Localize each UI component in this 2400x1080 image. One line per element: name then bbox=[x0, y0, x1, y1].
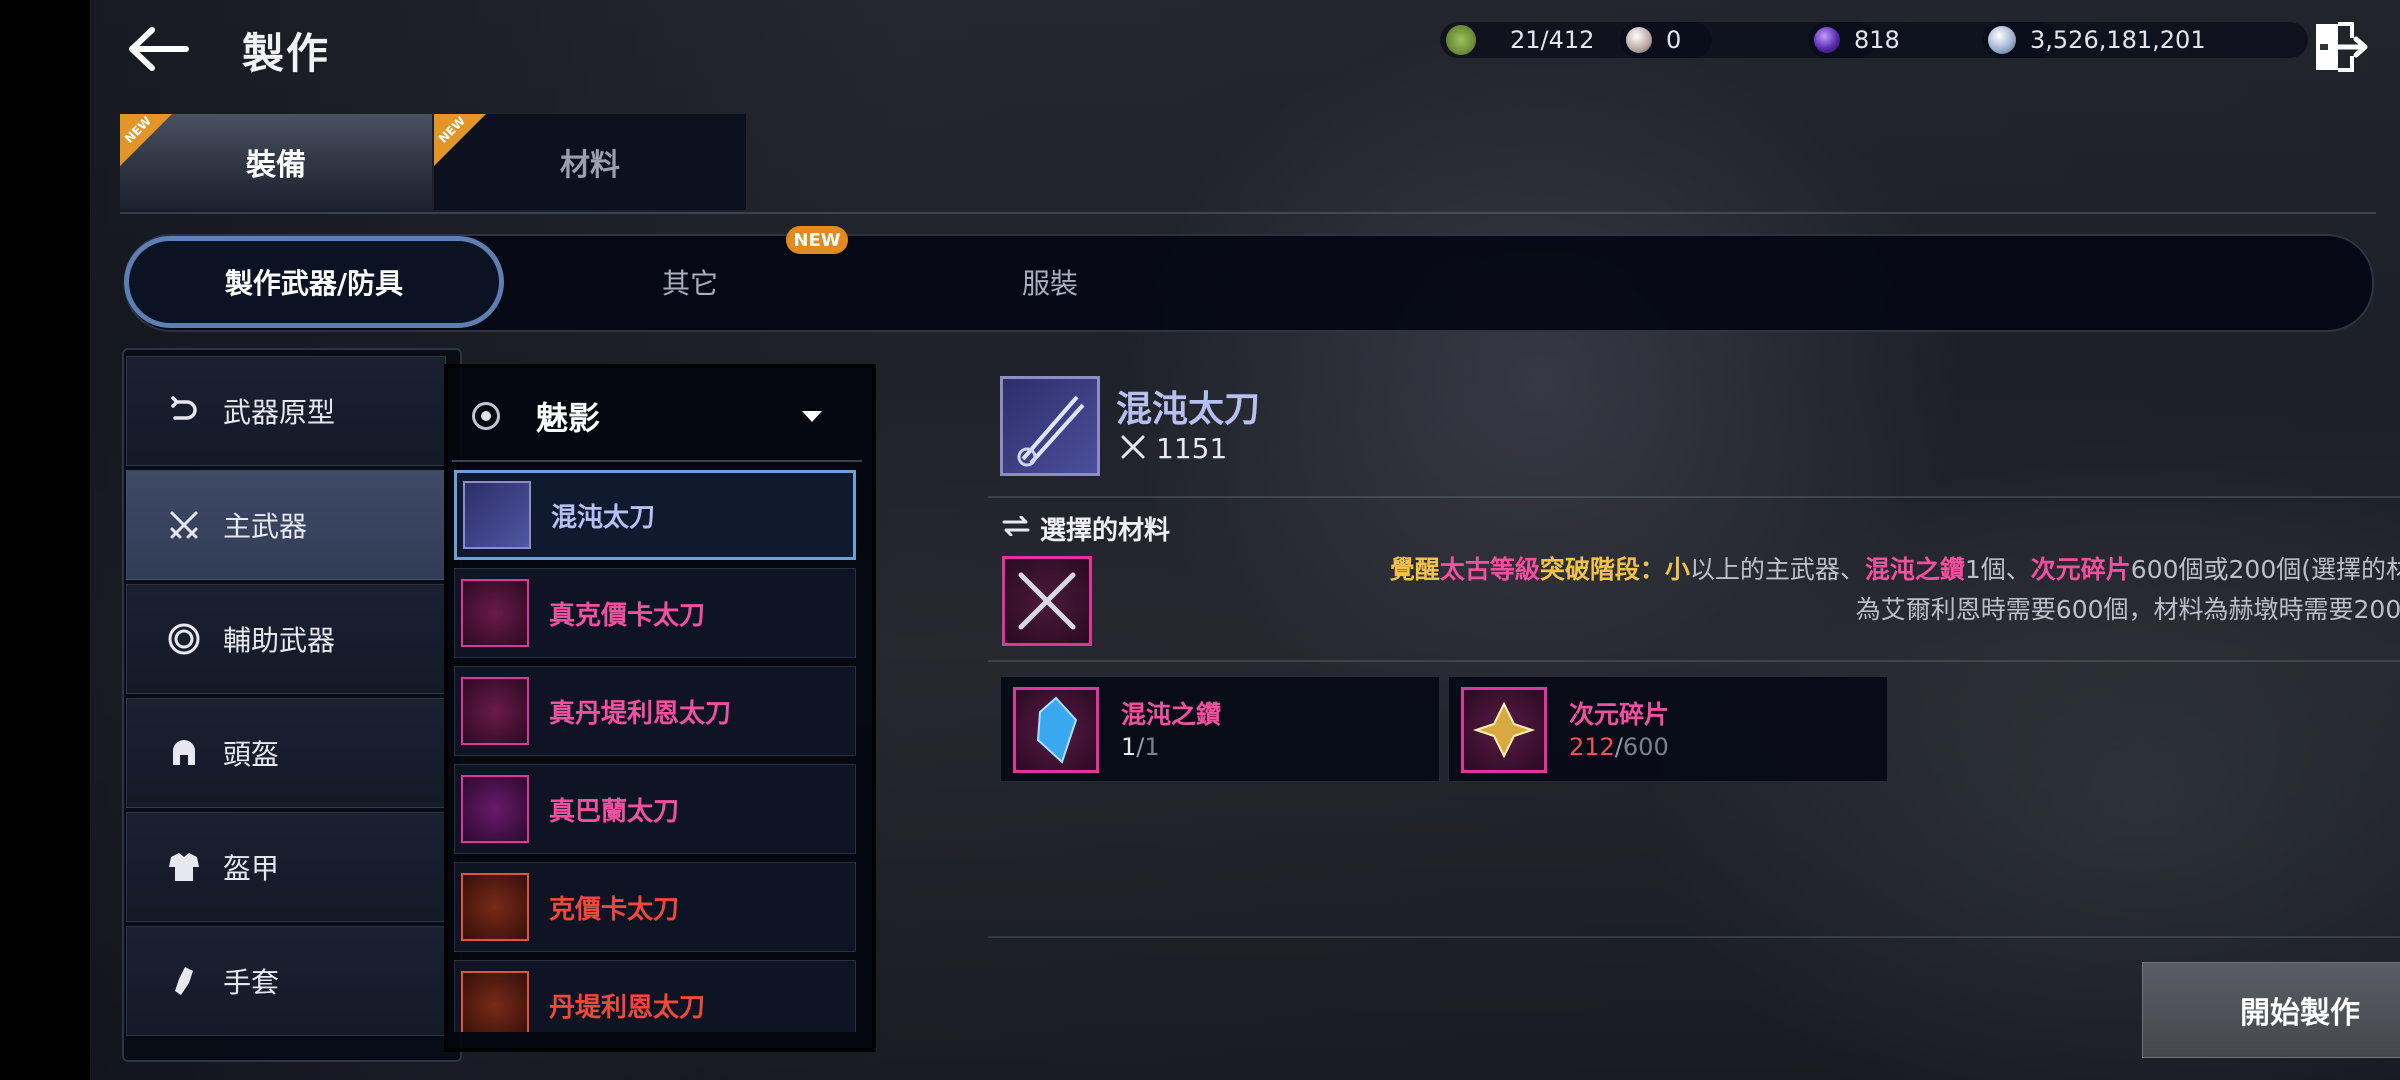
silver-coin-icon bbox=[1988, 26, 2016, 54]
item-label: 真克價卡太刀 bbox=[549, 600, 706, 631]
class-radio-icon bbox=[472, 402, 500, 430]
glove-icon bbox=[167, 964, 201, 998]
subtab-costume[interactable]: 服裝 bbox=[920, 236, 1180, 328]
category-label: 盔甲 bbox=[223, 852, 280, 885]
category-label: 武器原型 bbox=[223, 396, 336, 429]
currency-silver-coin[interactable]: 3,526,181,201 bbox=[1982, 22, 2308, 58]
currency-value: 21/412 bbox=[1510, 26, 1595, 54]
back-arrow-icon[interactable] bbox=[124, 24, 194, 74]
currency-value: 3,526,181,201 bbox=[2030, 26, 2206, 54]
category-armor[interactable]: 盔甲 bbox=[126, 812, 446, 922]
material-name: 混沌之鑽 bbox=[1121, 700, 1222, 729]
category-label: 主武器 bbox=[223, 510, 308, 543]
requirement-text: 為艾爾利恩時需要600個，材料為赫墩時需要200個) bbox=[1855, 595, 2400, 624]
chevron-down-icon bbox=[802, 410, 822, 422]
purple-orb-icon bbox=[1814, 27, 1840, 53]
category-label: 手套 bbox=[223, 966, 280, 999]
category-sub-weapon[interactable]: 輔助武器 bbox=[126, 584, 446, 694]
category-helmet[interactable]: 頭盔 bbox=[126, 698, 446, 808]
list-item[interactable]: 丹堤利恩太刀 bbox=[454, 960, 856, 1032]
return-arrow-icon bbox=[167, 394, 201, 428]
divider bbox=[988, 496, 2400, 498]
category-gloves[interactable]: 手套 bbox=[126, 926, 446, 1036]
armor-icon bbox=[167, 850, 201, 884]
green-token-icon bbox=[1446, 25, 1476, 55]
crossed-swords-icon bbox=[1121, 435, 1145, 459]
item-label: 真巴蘭太刀 bbox=[549, 796, 680, 827]
list-item[interactable]: 真丹堤利恩太刀 bbox=[454, 666, 856, 756]
ring-target-icon bbox=[167, 622, 201, 656]
item-name: 混沌太刀 bbox=[1116, 389, 1261, 430]
pearl-icon bbox=[1626, 27, 1652, 53]
katana-icon bbox=[461, 579, 529, 647]
tab-materials[interactable]: NEW 材料 bbox=[434, 114, 746, 210]
item-label: 混沌太刀 bbox=[551, 502, 656, 533]
katana-icon bbox=[461, 677, 529, 745]
crossed-swords-icon bbox=[167, 508, 201, 542]
category-label: 頭盔 bbox=[223, 738, 280, 771]
material-count: 1/1 bbox=[1121, 733, 1160, 761]
class-dropdown[interactable]: 魅影 bbox=[452, 376, 862, 456]
swap-arrows-icon bbox=[1002, 516, 1030, 536]
list-item[interactable]: 真巴蘭太刀 bbox=[454, 764, 856, 854]
materials-heading: 選擇的材料 bbox=[1040, 516, 1171, 546]
item-label: 丹堤利恩太刀 bbox=[549, 992, 706, 1023]
tab-equipment-label: 裝備 bbox=[246, 148, 306, 183]
chaos-katana-icon bbox=[1000, 376, 1100, 476]
item-label: 克價卡太刀 bbox=[549, 894, 680, 925]
currency-value: 0 bbox=[1666, 26, 1682, 54]
material-name: 次元碎片 bbox=[1569, 700, 1670, 729]
list-item[interactable]: 真克價卡太刀 bbox=[454, 568, 856, 658]
list-item[interactable]: 混沌太刀 bbox=[454, 470, 856, 560]
divider bbox=[988, 936, 2400, 938]
list-item[interactable]: 克價卡太刀 bbox=[454, 862, 856, 952]
crossed-swords-icon bbox=[1018, 572, 1076, 630]
subtab-other[interactable]: 其它 bbox=[560, 236, 820, 328]
currency-value: 818 bbox=[1854, 26, 1900, 54]
category-main-weapon[interactable]: 主武器 bbox=[126, 470, 446, 580]
divider bbox=[452, 460, 862, 462]
category-label: 輔助武器 bbox=[223, 624, 336, 657]
requirement-text: 覺醒太古等級突破階段：小以上的主武器、混沌之鑽1個、次元碎片600個或200個(… bbox=[1389, 555, 2400, 584]
chaos-katana-icon bbox=[463, 481, 531, 549]
divider bbox=[988, 660, 2400, 662]
item-list[interactable]: 混沌太刀 真克價卡太刀 真丹堤利恩太刀 真巴蘭太刀 克價卡太刀 丹堤利恩太刀 bbox=[450, 470, 864, 1032]
dimension-shard-icon bbox=[1461, 687, 1547, 773]
page-title: 製作 bbox=[242, 29, 331, 78]
item-label: 真丹堤利恩太刀 bbox=[549, 698, 732, 729]
start-crafting-button[interactable]: 開始製作 bbox=[2142, 962, 2400, 1058]
new-corner-badge: NEW bbox=[434, 114, 486, 166]
category-weapon-prototype[interactable]: 武器原型 bbox=[126, 356, 446, 466]
class-dropdown-label: 魅影 bbox=[536, 399, 601, 437]
tab-equipment[interactable]: NEW 裝備 bbox=[120, 114, 432, 210]
game-screen: 製作 21/412 0 818 3,526,181,201 NEW 裝備 NEW… bbox=[90, 0, 2400, 1080]
tab-materials-label: 材料 bbox=[560, 148, 620, 183]
exit-door-icon[interactable] bbox=[2312, 18, 2370, 76]
divider bbox=[120, 212, 2376, 214]
new-corner-badge: NEW bbox=[120, 114, 172, 166]
helmet-icon bbox=[167, 736, 201, 770]
katana-icon bbox=[461, 775, 529, 843]
material-card[interactable]: 次元碎片 212/600 bbox=[1448, 676, 1888, 782]
subtab-craft-weapons-armor[interactable]: 製作武器/防具 bbox=[124, 236, 504, 328]
material-card[interactable]: 混沌之鑽 1/1 bbox=[1000, 676, 1440, 782]
selected-material-slot[interactable] bbox=[1002, 556, 1092, 646]
katana-icon bbox=[461, 971, 529, 1032]
material-count: 212/600 bbox=[1569, 733, 1669, 761]
item-power: 1151 bbox=[1156, 432, 1228, 465]
new-badge: NEW bbox=[786, 226, 848, 254]
katana-icon bbox=[461, 873, 529, 941]
chaos-diamond-icon bbox=[1013, 687, 1099, 773]
